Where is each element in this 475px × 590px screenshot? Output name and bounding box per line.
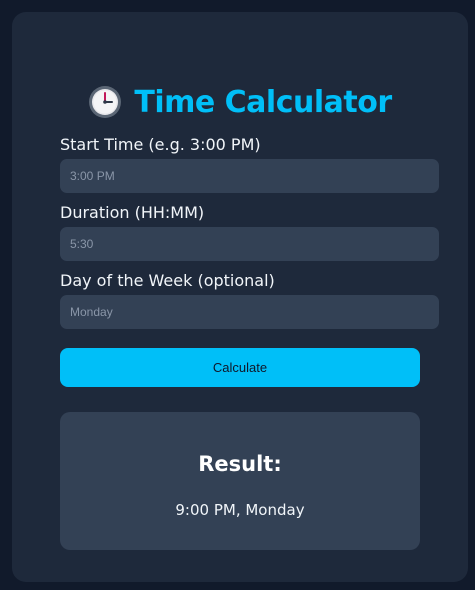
calculate-button[interactable]: Calculate (60, 348, 420, 387)
duration-label: Duration (HH:MM) (60, 203, 205, 222)
duration-input[interactable] (60, 227, 439, 261)
result-value: 9:00 PM, Monday (175, 501, 305, 519)
result-heading: Result: (198, 452, 282, 476)
result-panel: Result: 9:00 PM, Monday (60, 412, 420, 550)
clock-icon (89, 86, 122, 118)
day-of-week-label: Day of the Week (optional) (60, 271, 275, 290)
start-time-input[interactable] (60, 159, 439, 193)
title-row: Time Calculator (12, 82, 468, 122)
calculator-card: Time Calculator Start Time (e.g. 3:00 PM… (12, 12, 468, 582)
start-time-label: Start Time (e.g. 3:00 PM) (60, 135, 261, 154)
day-of-week-input[interactable] (60, 295, 439, 329)
page-title: Time Calculator (134, 84, 392, 120)
